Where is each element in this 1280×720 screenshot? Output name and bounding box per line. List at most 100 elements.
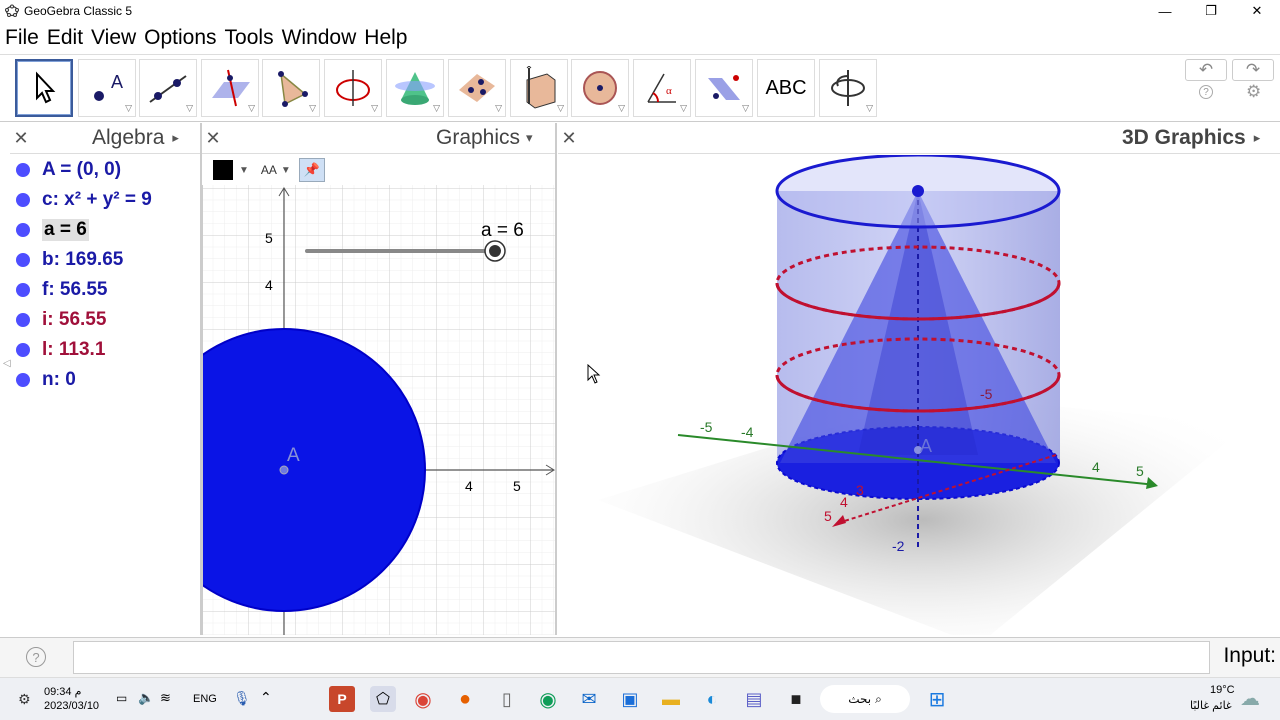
color-swatch-button[interactable] [213,160,233,180]
graphics-panel-header: ✕ Graphics ▾ [202,123,555,154]
text-size-button[interactable]: AA [261,163,277,177]
chrome-profile-taskbar-icon[interactable]: ◉ [410,686,436,712]
plane-tool-button[interactable]: ▽ [448,59,506,117]
close-graphics-icon[interactable]: ✕ [202,128,224,149]
graphics3d-view[interactable]: A -5 -4 4 5 -2 5 4 3 -5 [558,153,1280,645]
reflect-tool-button[interactable]: ▽ [695,59,753,117]
microphone-icon[interactable]: 🎙 [233,690,251,707]
algebra-item[interactable]: n: 0 [10,365,200,395]
close-graphics3d-icon[interactable]: ✕ [558,128,580,149]
circle-tool-button[interactable]: ▽ [324,59,382,117]
algebra-panel-title[interactable]: Algebra [92,126,164,150]
algebra-item[interactable]: b: 169.65 [10,245,200,275]
firefox-taskbar-icon[interactable]: ● [452,686,478,712]
graphics3d-panel-title[interactable]: 3D Graphics [1122,126,1246,150]
point-a[interactable] [279,465,289,475]
close-algebra-icon[interactable]: ✕ [10,128,32,149]
edge-taskbar-icon[interactable]: ◐ [699,686,725,712]
file-taskbar-icon[interactable]: ▯ [494,686,520,712]
clock-date[interactable]: 2023/03/10 [44,700,99,712]
algebra-item[interactable]: c: x² + y² = 9 [10,185,200,215]
y-axis-tick-label: 5 [1136,463,1144,479]
wifi-icon[interactable]: ≋ [160,690,171,706]
terminal-taskbar-icon[interactable]: ■ [783,686,809,712]
menu-window[interactable]: Window [277,24,360,52]
visibility-dot-icon[interactable] [16,283,30,297]
menu-options[interactable]: Options [139,24,219,52]
volume-icon[interactable]: 🔈 [138,690,154,706]
clock-time[interactable]: 09:34 م [44,685,81,698]
line-tool-button[interactable]: ▽ [139,59,197,117]
dropdown-arrow-icon[interactable]: ▼ [239,165,249,176]
cursor-arrow-icon [36,71,56,104]
rotate-view-tool-button[interactable]: ▽ [819,59,877,117]
menu-view[interactable]: View [86,24,139,52]
visibility-dot-icon[interactable] [16,193,30,207]
geogebra-taskbar-icon[interactable]: ⬠ [370,686,396,712]
perpendicular-line-tool-button[interactable]: ▽ [201,59,259,117]
input-field[interactable] [73,641,1210,674]
menu-tools[interactable]: Tools [220,24,277,52]
redo-button[interactable]: ↷ [1232,59,1274,81]
settings-icon[interactable]: ⚙ [18,691,31,708]
graphics-panel-title[interactable]: Graphics [436,126,520,150]
weather-temp[interactable]: 19°C [1210,684,1235,696]
algebra-item[interactable]: a = 6 [10,215,200,245]
cone-apex-point[interactable] [912,185,924,197]
y-tick-label: 5 [265,230,273,246]
panel-divider[interactable] [555,123,557,635]
tool-menu-triangle-icon: ▽ [309,103,316,113]
dropdown-arrow-icon[interactable]: ▼ [281,165,291,176]
weather-status[interactable]: غائم غالبًا [1190,699,1232,712]
visibility-dot-icon[interactable] [16,163,30,177]
cone-intersect-icon [395,72,435,105]
powerpoint-taskbar-icon[interactable]: P [329,686,355,712]
battery-icon[interactable]: ▭ [116,691,127,705]
menu-help[interactable]: Help [359,24,410,52]
menu-file[interactable]: File [0,24,42,52]
file-explorer-taskbar-icon[interactable]: ▬ [658,686,684,712]
toolbar-help-icon[interactable]: ? [1199,85,1213,99]
visibility-dot-icon[interactable] [16,223,30,237]
angle-tool-button[interactable]: α ▽ [633,59,691,117]
windows-start-icon[interactable]: ⊞ [924,686,950,712]
cloud-weather-icon[interactable]: ☁ [1240,686,1260,711]
pyramid-tool-button[interactable]: ▽ [510,59,568,117]
algebra-item[interactable]: A = (0, 0) [10,155,200,185]
panel-menu-arrow-icon[interactable]: ▸ [172,130,179,146]
panel-menu-arrow-icon[interactable]: ▸ [1254,130,1261,146]
visibility-dot-icon[interactable] [16,343,30,357]
visibility-dot-icon[interactable] [16,373,30,387]
store-taskbar-icon[interactable]: ▣ [617,686,643,712]
visibility-dot-icon[interactable] [16,253,30,267]
algebra-item[interactable]: i: 56.55 [10,305,200,335]
close-window-button[interactable]: ✕ [1234,0,1280,22]
move-tool-button[interactable] [15,59,73,117]
language-indicator[interactable]: ENG [193,693,217,705]
pin-icon[interactable]: 📌 [298,158,325,182]
minimize-button[interactable]: — [1142,0,1188,22]
taskbar-search-box[interactable]: بحث ⌕ [820,685,910,713]
menu-edit[interactable]: Edit [42,24,86,52]
mail-taskbar-icon[interactable]: ✉ [576,686,602,712]
algebra-item-text: f: 56.55 [42,279,108,300]
text-tool-button[interactable]: ABC [757,59,815,117]
algebra-item[interactable]: f: 56.55 [10,275,200,305]
algebra-item[interactable]: l: 113.1 [10,335,200,365]
polygon-tool-button[interactable]: ▽ [262,59,320,117]
chrome-taskbar-icon[interactable]: ◉ [535,686,561,712]
visibility-dot-icon[interactable] [16,313,30,327]
panel-menu-arrow-icon[interactable]: ▾ [526,130,533,146]
point-tool-button[interactable]: A ▽ [78,59,136,117]
undo-button[interactable]: ↶ [1185,59,1227,81]
teams-taskbar-icon[interactable]: ▤ [741,686,767,712]
maximize-button[interactable]: ❐ [1188,0,1234,22]
algebra-item-text: A = (0, 0) [42,159,122,180]
input-help-icon[interactable]: ? [26,647,46,667]
menu-bar: File Edit View Options Tools Window Help [0,24,410,52]
intersect-tool-button[interactable]: ▽ [386,59,444,117]
graphics-view[interactable]: A 4 5 5 4 a = 6 [202,185,555,635]
settings-gear-icon[interactable]: ⚙ [1246,82,1261,102]
chevron-up-icon[interactable]: ⌃ [260,689,272,706]
sphere-tool-button[interactable]: ▽ [571,59,629,117]
